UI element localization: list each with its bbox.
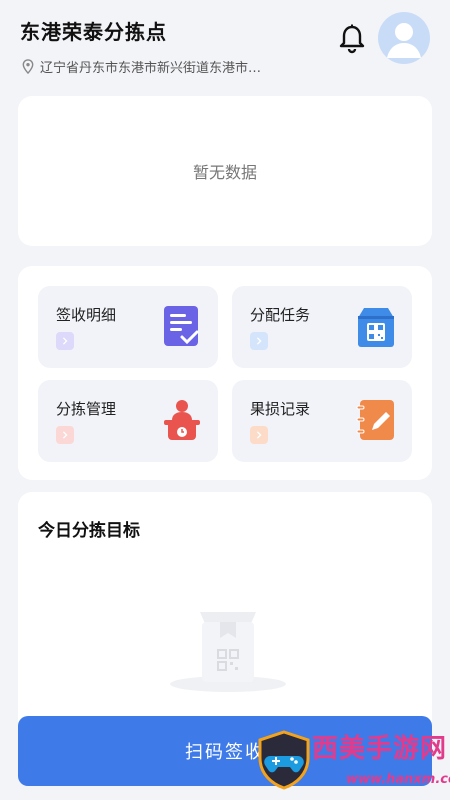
empty-text: 暂无数据 — [192, 163, 257, 182]
tile-label: 签收明细 — [56, 306, 117, 324]
tile-label: 果损记录 — [250, 400, 311, 418]
tile-sorting-management[interactable]: 分拣管理 — [38, 380, 218, 462]
sorting-target-card: 今日分拣目标 — [18, 492, 432, 722]
summary-card: 暂无数据 — [18, 96, 432, 246]
location-pin-icon — [22, 59, 34, 74]
tile-label: 分配任务 — [250, 306, 311, 324]
chevron-right-icon — [56, 426, 74, 444]
watermark-url: www.hanxm.com — [346, 772, 450, 787]
tile-receipt-details[interactable]: 签收明细 — [38, 286, 218, 368]
chevron-right-icon — [250, 426, 268, 444]
chevron-right-icon — [56, 332, 74, 350]
notebook-pen-icon — [356, 400, 394, 440]
page-title: 东港荣泰分拣点 — [20, 20, 167, 44]
address-text: 辽宁省丹东市东港市新兴街道东港市… — [40, 61, 262, 76]
tile-assign-task[interactable]: 分配任务 — [232, 286, 412, 368]
watermark-title: 西美手游网 — [312, 734, 448, 764]
watermark: 西美手游网 www.hanxm.com — [250, 720, 450, 800]
user-icon — [387, 23, 421, 58]
tile-label: 分拣管理 — [56, 400, 117, 418]
address-line[interactable]: 辽宁省丹东市东港市新兴街道东港市… — [22, 57, 261, 76]
checklist-icon — [164, 306, 199, 346]
bell-icon[interactable] — [338, 24, 366, 54]
tile-fruit-damage-record[interactable]: 果损记录 — [232, 380, 412, 462]
function-grid: 签收明细 分配任务 分拣管理 果损记录 — [18, 266, 432, 480]
section-title: 今日分拣目标 — [38, 521, 140, 541]
qr-box-icon — [358, 308, 394, 347]
header: 东港荣泰分拣点 辽宁省丹东市东港市新兴街道东港市… — [0, 0, 450, 92]
gamepad-shield-icon — [258, 730, 310, 790]
empty-box-illustration — [170, 612, 286, 692]
sorting-person-icon — [164, 400, 200, 440]
chevron-right-icon — [250, 332, 268, 350]
avatar[interactable] — [378, 12, 430, 64]
